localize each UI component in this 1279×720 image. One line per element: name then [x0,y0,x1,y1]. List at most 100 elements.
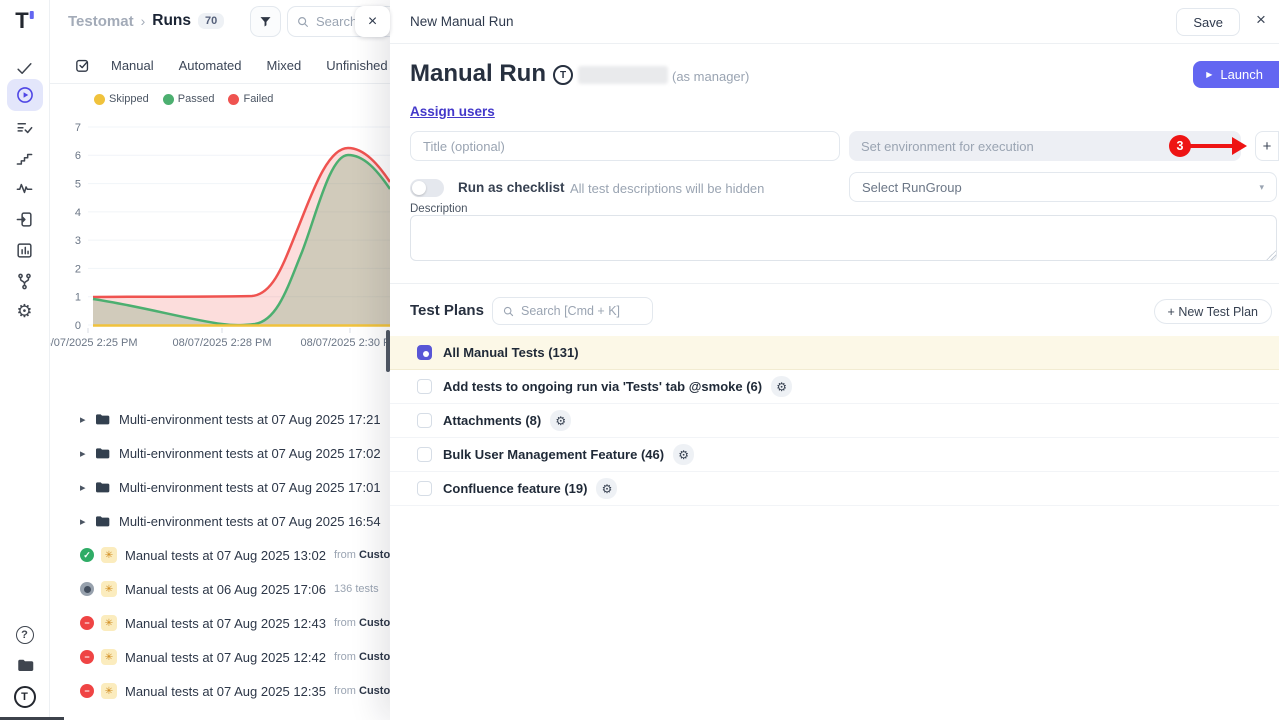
folder-icon [94,513,110,529]
manual-test-icon: ✳ [101,615,117,631]
status-neutral-icon [80,582,94,596]
breadcrumb-project[interactable]: Testomat [68,13,134,30]
run-title: Multi-environment tests at 07 Aug 2025 1… [119,480,381,495]
description-textarea[interactable] [410,215,1277,261]
manual-test-icon: ✳ [101,683,117,699]
breadcrumb: Testomat › Runs 70 [68,12,224,30]
xtick-3: 08/07/2025 2:30 PM [300,337,390,349]
run-title: Manual tests at 06 Aug 2025 17:06 [125,582,326,597]
chevron-right-icon[interactable]: ▸ [80,515,94,528]
run-folder-row[interactable]: ▸ Multi-environment tests at 07 Aug 2025… [50,402,390,436]
test-plans-search[interactable] [492,297,653,325]
run-meta-prefix: from [334,685,356,697]
assign-users-link[interactable]: Assign users [410,104,495,119]
app-logo[interactable]: T [15,8,33,34]
chevron-right-icon[interactable]: ▸ [80,447,94,460]
checkbox-icon[interactable] [417,481,432,496]
test-plan-gear-button[interactable]: ⚙ [771,376,792,397]
new-test-plan-button[interactable]: + New Test Plan [1154,299,1272,324]
select-all-icon[interactable] [74,57,91,74]
checkbox-icon[interactable] [417,413,432,428]
test-plan-label: Attachments (8) [443,413,541,428]
account-avatar[interactable]: T [7,682,43,712]
breadcrumb-page: Runs [152,12,191,30]
run-title: Manual tests at 07 Aug 2025 13:02 [125,548,326,563]
run-row[interactable]: − ✳ Manual tests at 07 Aug 2025 12:43 fr… [50,606,390,640]
funnel-icon [258,14,273,29]
run-title: Manual tests at 07 Aug 2025 12:43 [125,616,326,631]
run-title: Multi-environment tests at 07 Aug 2025 1… [119,446,381,461]
run-folder-row[interactable]: ▸ Multi-environment tests at 07 Aug 2025… [50,504,390,538]
checkbox-icon[interactable] [417,447,432,462]
run-title: Manual tests at 07 Aug 2025 12:42 [125,650,326,665]
breadcrumb-separator: › [141,13,146,29]
test-plan-gear-button[interactable]: ⚙ [673,444,694,465]
folder-icon [94,445,110,461]
run-row[interactable]: ✳ Manual tests at 06 Aug 2025 17:06 136 … [50,572,390,606]
help-icon[interactable]: ? [7,620,43,650]
checkbox-icon[interactable] [417,379,432,394]
run-meta-value: Custom [359,549,390,561]
test-plans-search-input[interactable] [521,304,636,318]
save-button[interactable]: Save [1176,8,1240,36]
logo-letter: T [15,8,28,33]
modal-header: New Manual Run Save × [390,0,1279,44]
test-plan-list: All Manual Tests (131) Add tests to ongo… [390,336,1279,506]
run-meta-prefix: from [334,651,356,663]
run-as-checklist-toggle[interactable] [410,179,444,197]
annotation-arrow [1190,144,1234,148]
ytick-0: 0 [75,320,81,332]
ytick-2: 2 [75,263,81,275]
tab-unfinished[interactable]: Unfinished [326,58,387,73]
run-heading: Manual Run [410,60,546,88]
test-plan-row[interactable]: Bulk User Management Feature (46) ⚙ [390,438,1279,472]
close-icon[interactable]: × [1249,10,1273,30]
runs-nav-play-circle-icon[interactable] [7,79,43,111]
status-failed-icon: − [80,616,94,630]
chevron-right-icon[interactable]: ▸ [80,413,94,426]
test-plan-gear-button[interactable]: ⚙ [550,410,571,431]
tab-mixed[interactable]: Mixed [267,58,302,73]
run-folder-row[interactable]: ▸ Multi-environment tests at 07 Aug 2025… [50,470,390,504]
run-title-input[interactable] [410,131,840,161]
branches-nav-git-icon[interactable] [7,266,43,296]
rungroup-select[interactable]: Select RunGroup ▾ [849,172,1277,202]
test-plan-gear-button[interactable]: ⚙ [596,478,617,499]
import-nav-icon[interactable] [7,204,43,234]
gear-icon: ⚙ [16,302,32,320]
test-plan-row-all-manual[interactable]: All Manual Tests (131) [390,336,1279,370]
filter-button[interactable] [250,6,281,37]
test-plans-nav-list-check-icon[interactable] [7,113,43,143]
launch-button[interactable]: ▶ Launch [1193,61,1279,88]
tab-automated[interactable]: Automated [179,58,242,73]
add-environment-button[interactable]: + [1255,131,1279,161]
projects-folder-icon[interactable] [7,650,43,680]
run-list: ▸ Multi-environment tests at 07 Aug 2025… [50,402,390,708]
folder-icon [94,479,110,495]
modal-title: New Manual Run [410,14,514,29]
test-plan-row[interactable]: Confluence feature (19) ⚙ [390,472,1279,506]
run-row[interactable]: ✓ ✳ Manual tests at 07 Aug 2025 13:02 fr… [50,538,390,572]
tab-manual[interactable]: Manual [111,58,154,73]
toggle-knob [412,181,426,195]
test-plan-row[interactable]: Add tests to ongoing run via 'Tests' tab… [390,370,1279,404]
description-label: Description [410,203,468,215]
as-manager-label: (as manager) [672,69,749,84]
checkbox-checked-icon[interactable] [417,345,432,360]
ytick-4: 4 [75,207,81,219]
run-row[interactable]: − ✳ Manual tests at 07 Aug 2025 12:35 fr… [50,674,390,708]
chevron-right-icon[interactable]: ▸ [80,481,94,494]
close-icon: × [368,13,377,31]
run-meta: from Custom [334,685,390,697]
run-row[interactable]: − ✳ Manual tests at 07 Aug 2025 12:42 fr… [50,640,390,674]
reports-nav-bar-chart-icon[interactable] [7,235,43,265]
settings-nav-gear-icon[interactable]: ⚙ [7,296,43,326]
test-plan-row[interactable]: Attachments (8) ⚙ [390,404,1279,438]
run-meta: from Custom [334,549,390,561]
milestones-nav-stairs-icon[interactable] [7,143,43,173]
panel-close-button[interactable]: × [355,6,390,37]
analytics-nav-pulse-icon[interactable] [7,173,43,203]
run-folder-row[interactable]: ▸ Multi-environment tests at 07 Aug 2025… [50,436,390,470]
ytick-6: 6 [75,150,81,162]
test-plan-label: Add tests to ongoing run via 'Tests' tab… [443,379,762,394]
